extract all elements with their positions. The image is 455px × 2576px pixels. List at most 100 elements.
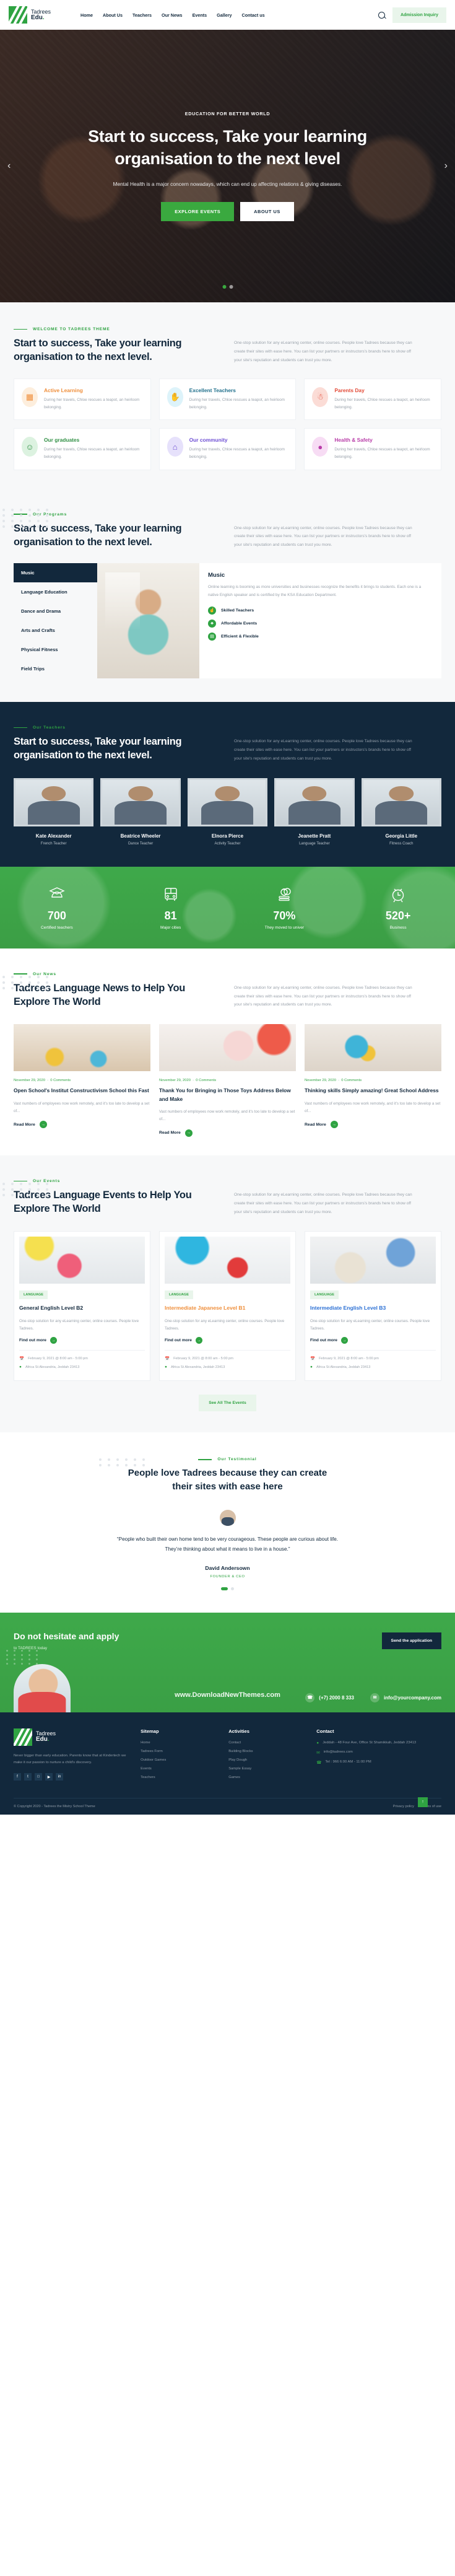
- decorative-dots: [2, 508, 51, 528]
- apple-books-icon: [279, 888, 291, 901]
- testimonial-eyebrow: Our Testimonial: [14, 1457, 441, 1461]
- instagram-icon[interactable]: □: [35, 1773, 42, 1781]
- eyebrow-line-icon: [14, 727, 27, 729]
- event-find-out-more-link[interactable]: Find out more →: [310, 1337, 436, 1344]
- nav-item-contact[interactable]: Contact us: [242, 12, 265, 18]
- about-us-button[interactable]: ABOUT US: [240, 201, 294, 221]
- avatar: [219, 1509, 236, 1526]
- teachers-paragraph: One-stop solution for any eLearning cent…: [234, 739, 412, 761]
- program-tab-field-trips[interactable]: Field Trips: [14, 659, 97, 678]
- news-card[interactable]: November 29, 2020 · 0 Comments Open Scho…: [14, 1024, 150, 1137]
- linkedin-icon[interactable]: in: [56, 1773, 63, 1781]
- feature-card-our-graduates[interactable]: ☺ Our graduates During her travels, Chlo…: [14, 428, 151, 470]
- explore-events-button[interactable]: EXPLORE EVENTS: [161, 201, 235, 221]
- event-card[interactable]: LANGUAGE Intermediate Japanese Level B1 …: [159, 1231, 296, 1382]
- team-member[interactable]: Kate Alexander French Teacher: [14, 778, 94, 846]
- event-find-out-more-link[interactable]: Find out more →: [165, 1337, 290, 1344]
- footer-logo[interactable]: Tadrees Edu.: [14, 1728, 131, 1746]
- nav-item-our-news[interactable]: Our News: [162, 12, 183, 18]
- testimonial-dot-1[interactable]: [221, 1587, 228, 1590]
- read-more-link[interactable]: Read More →: [159, 1129, 296, 1137]
- event-find-out-more-link[interactable]: Find out more →: [19, 1337, 145, 1344]
- footer-email[interactable]: ✉ info@tadrees.com: [316, 1750, 441, 1755]
- team-member[interactable]: Jeanette Pratt Language Teacher: [274, 778, 355, 846]
- footer-link[interactable]: Games: [228, 1776, 306, 1779]
- feature-card-excellent-teachers[interactable]: ✋ Excellent Teachers During her travels,…: [158, 378, 297, 421]
- send-application-button[interactable]: Send the application: [381, 1632, 441, 1649]
- teachers-heading: Start to success, Take your learning org…: [14, 736, 182, 761]
- admission-inquiry-button[interactable]: Admission Inquiry: [392, 7, 446, 23]
- program-tab-arts-and-crafts[interactable]: Arts and Crafts: [14, 621, 97, 640]
- footer-link[interactable]: Home: [141, 1741, 219, 1745]
- footer-column-title: Contact: [316, 1728, 334, 1734]
- footer-link[interactable]: Sample Essay: [228, 1767, 306, 1771]
- event-date: February 9, 2021 @ 8:00 am - 5:00 pm: [28, 1357, 88, 1361]
- feature-grid: ▦ Active Learning During her travels, Ch…: [14, 378, 441, 470]
- team-member[interactable]: Beatrice Wheeler Dance Teacher: [100, 778, 181, 846]
- news-card[interactable]: November 29, 2020 · 0 Comments Thank You…: [159, 1024, 296, 1137]
- testimonial-dot-2[interactable]: [231, 1587, 234, 1590]
- hero-dot-2[interactable]: [229, 285, 233, 289]
- site-logo[interactable]: Tadrees Edu.: [9, 6, 51, 24]
- team-member-role: Activity Teacher: [214, 841, 241, 846]
- program-tab-music[interactable]: Music: [14, 563, 97, 583]
- nav-item-about[interactable]: About Us: [103, 12, 123, 18]
- footer-link[interactable]: Tadrees Form: [141, 1750, 219, 1753]
- hero-dot-1[interactable]: [222, 285, 226, 289]
- footer-link[interactable]: Contact: [228, 1741, 306, 1745]
- search-icon[interactable]: [378, 11, 385, 19]
- arrow-right-icon: →: [330, 1121, 338, 1129]
- team-member[interactable]: Georgia Little Fitness Coach: [361, 778, 441, 846]
- cta-email[interactable]: ✉ info@yourcompany.com: [370, 1693, 441, 1702]
- hero-prev-icon[interactable]: ‹: [7, 160, 11, 172]
- feature-card-parents-day[interactable]: ☃ Parents Day During her travels, Chloe …: [304, 378, 441, 421]
- scroll-top-button[interactable]: ↑: [418, 1797, 428, 1807]
- youtube-icon[interactable]: ▶: [45, 1773, 53, 1781]
- program-tab-dance-and-drama[interactable]: Dance and Drama: [14, 602, 97, 621]
- feature-card-our-community[interactable]: ⌂ Our community During her travels, Chlo…: [158, 428, 297, 470]
- program-panel-desc: Online learning is booming as more unive…: [208, 585, 422, 597]
- mail-icon: ✉: [370, 1693, 379, 1702]
- footer-link[interactable]: Outdoor Games: [141, 1758, 219, 1762]
- feature-card-health-safety[interactable]: ● Health & Safety During her travels, Ch…: [304, 428, 441, 470]
- program-bullet-label: Affordable Events: [221, 621, 258, 626]
- see-all-events-button[interactable]: See All The Events: [199, 1395, 256, 1412]
- footer-link[interactable]: Events: [141, 1767, 219, 1771]
- eyebrow-line-icon: [198, 1459, 212, 1460]
- privacy-policy-link[interactable]: Privacy policy: [393, 1805, 414, 1808]
- arrow-right-icon: →: [195, 1337, 202, 1344]
- read-more-link[interactable]: Read More →: [305, 1121, 441, 1129]
- stat-major-cities: 81 Major cities: [114, 885, 228, 930]
- twitter-icon[interactable]: t: [24, 1773, 32, 1781]
- program-image: [97, 563, 199, 679]
- footer-link[interactable]: Building Blocks: [228, 1750, 306, 1753]
- footer-link[interactable]: Teachers: [141, 1776, 219, 1779]
- nav-item-events[interactable]: Events: [193, 12, 207, 18]
- event-card[interactable]: LANGUAGE Intermediate English Level B3 O…: [305, 1231, 441, 1382]
- event-desc: One-stop solution for any eLearning cent…: [19, 1318, 139, 1331]
- footer-phone[interactable]: ☎ Tel : 966 6:00 AM - 11:00 PM: [316, 1760, 441, 1765]
- avatar: [361, 778, 441, 826]
- masks-icon: ☺: [22, 437, 38, 457]
- event-title: General English Level B2: [19, 1305, 84, 1312]
- footer-link[interactable]: Play Dough: [228, 1758, 306, 1762]
- nav-item-gallery[interactable]: Gallery: [217, 12, 232, 18]
- cta-phone[interactable]: ☎ (+7) 2000 8 333: [305, 1693, 354, 1702]
- event-card[interactable]: LANGUAGE General English Level B2 One-st…: [14, 1231, 150, 1382]
- news-card[interactable]: November 29, 2020 · 0 Comments Thinking …: [305, 1024, 441, 1137]
- program-tab-language-education[interactable]: Language Education: [14, 582, 97, 602]
- cta-heading: Do not hesitate and apply: [14, 1631, 119, 1641]
- feature-title: Active Learning: [44, 387, 83, 393]
- program-tab-physical-fitness[interactable]: Physical Fitness: [14, 640, 97, 659]
- facebook-icon[interactable]: f: [14, 1773, 21, 1781]
- apple-icon: ●: [312, 437, 329, 457]
- team-member[interactable]: Elnora Pierce Activity Teacher: [187, 778, 268, 846]
- nav-item-home[interactable]: Home: [80, 12, 93, 18]
- read-more-link[interactable]: Read More →: [14, 1121, 150, 1129]
- feature-card-active-learning[interactable]: ▦ Active Learning During her travels, Ch…: [14, 378, 151, 421]
- event-find-out-label: Find out more: [165, 1338, 192, 1343]
- hero-next-icon[interactable]: ›: [444, 160, 448, 172]
- nav-item-teachers[interactable]: Teachers: [132, 12, 152, 18]
- stat-value: 70%: [273, 909, 296, 922]
- team-member-name: Georgia Little: [385, 833, 418, 839]
